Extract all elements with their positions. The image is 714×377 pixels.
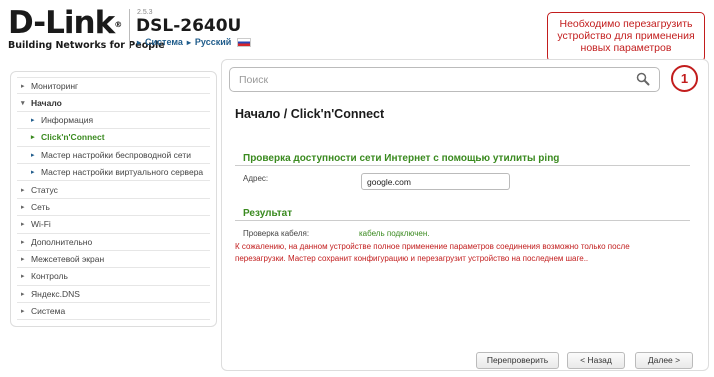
- search-icon[interactable]: [636, 72, 650, 86]
- sidebar-item-label: Начало: [31, 97, 62, 108]
- notification-counter[interactable]: 1: [671, 65, 698, 92]
- sidebar-item-label: Яндекс.DNS: [31, 288, 80, 299]
- chevron-right-icon: ▸: [31, 116, 35, 124]
- sidebar-item-label: Статус: [31, 184, 58, 195]
- sidebar-item-label: Система: [31, 306, 66, 317]
- sidebar-item-label: Межсетевой экран: [31, 254, 105, 265]
- sidebar-item-label: Мастер настройки беспроводной сети: [41, 149, 191, 160]
- registered-mark: ®: [114, 20, 122, 29]
- chevron-right-icon: ▸: [21, 256, 25, 264]
- reboot-notice[interactable]: Необходимо перезагрузить устройство для …: [547, 12, 705, 62]
- header-links: ▸ Система ▸ Русский: [137, 37, 252, 47]
- breadcrumb-parent[interactable]: Начало /: [235, 107, 287, 121]
- language-link[interactable]: Русский: [195, 37, 231, 47]
- sidebar-item-label: Мониторинг: [31, 80, 79, 91]
- sidebar-item-wireless-wizard[interactable]: ▸ Мастер настройки беспроводной сети: [17, 146, 210, 164]
- chevron-right-icon: ▸: [31, 134, 35, 142]
- sidebar-menu: ▸ Мониторинг ▾ Начало ▸ Информация ▸ Click'n…: [10, 71, 217, 327]
- logo-text: D-Link: [8, 5, 115, 41]
- reboot-warning-text: К сожалению, на данном устройстве полное…: [235, 242, 630, 263]
- back-button[interactable]: < Назад: [567, 352, 625, 369]
- chevron-right-icon: ▸: [137, 37, 142, 47]
- sidebar-item-label: Контроль: [31, 271, 68, 282]
- recheck-button[interactable]: Перепроверить: [476, 352, 559, 369]
- sidebar-item-wifi[interactable]: ▸ Wi-Fi: [17, 216, 210, 234]
- chevron-right-icon: ▸: [21, 186, 25, 194]
- address-field[interactable]: [361, 173, 510, 190]
- firmware-version: 2.5.3: [137, 9, 153, 16]
- sidebar-item-label: Мастер настройки виртуального сервера: [41, 167, 204, 178]
- sidebar-item-advanced[interactable]: ▸ Дополнительно: [17, 233, 210, 251]
- chevron-right-icon: ▸: [21, 238, 25, 246]
- chevron-right-icon: ▸: [31, 151, 35, 159]
- sidebar-item-label: Wi-Fi: [31, 219, 51, 230]
- sidebar-item-control[interactable]: ▸ Контроль: [17, 268, 210, 286]
- chevron-right-icon: ▸: [21, 203, 25, 211]
- ping-section-title: Проверка доступности сети Интернет с пом…: [243, 153, 560, 164]
- sidebar-item-label: Click'n'Connect: [41, 132, 105, 143]
- result-section-title: Результат: [243, 208, 293, 219]
- chevron-right-icon: ▸: [21, 308, 25, 316]
- address-label: Адрес:: [243, 174, 269, 183]
- sidebar-item-yandex-dns[interactable]: ▸ Яндекс.DNS: [17, 285, 210, 304]
- system-menu-link[interactable]: Система: [145, 37, 183, 47]
- sidebar-item-label: Информация: [41, 114, 94, 125]
- breadcrumb-current: Click'n'Connect: [290, 107, 385, 121]
- sidebar-item-label: Дополнительно: [31, 236, 93, 247]
- chevron-down-icon: ▾: [21, 99, 25, 107]
- sidebar-item-start[interactable]: ▾ Начало: [17, 94, 210, 112]
- chevron-right-icon: ▸: [21, 221, 25, 229]
- sidebar-item-virtual-server-wizard[interactable]: ▸ Мастер настройки виртуального сервера: [17, 163, 210, 182]
- section-divider: [235, 165, 690, 166]
- chevron-right-icon: ▸: [31, 169, 35, 177]
- chevron-right-icon: ▸: [21, 273, 25, 281]
- page-title: Начало / Click'n'Connect: [235, 107, 384, 121]
- russian-flag-icon[interactable]: [237, 37, 252, 47]
- chevron-right-icon: ▸: [21, 290, 25, 298]
- sidebar-item-monitoring[interactable]: ▸ Мониторинг: [17, 77, 210, 95]
- sidebar-item-status[interactable]: ▸ Статус: [17, 181, 210, 199]
- chevron-right-icon: ▸: [21, 82, 25, 90]
- chevron-right-icon: ▸: [186, 37, 191, 47]
- section-divider: [235, 220, 690, 221]
- main-panel: 1 Начало / Click'n'Connect Проверка дост…: [221, 59, 709, 371]
- sidebar-item-click-n-connect[interactable]: ▸ Click'n'Connect: [17, 129, 210, 147]
- device-model: DSL-2640U: [136, 16, 242, 36]
- cable-check-label: Проверка кабеля:: [243, 229, 310, 238]
- sidebar-item-label: Сеть: [31, 201, 50, 212]
- sidebar-item-firewall[interactable]: ▸ Межсетевой экран: [17, 250, 210, 269]
- next-button[interactable]: Далее >: [635, 352, 693, 369]
- header-divider: [129, 9, 130, 49]
- search-box[interactable]: [229, 67, 660, 92]
- sidebar-item-information[interactable]: ▸ Информация: [17, 111, 210, 130]
- sidebar-item-system[interactable]: ▸ Система: [17, 303, 210, 321]
- search-input[interactable]: [230, 68, 620, 91]
- sidebar-item-network[interactable]: ▸ Сеть: [17, 198, 210, 217]
- cable-check-value: кабель подключен.: [359, 229, 430, 238]
